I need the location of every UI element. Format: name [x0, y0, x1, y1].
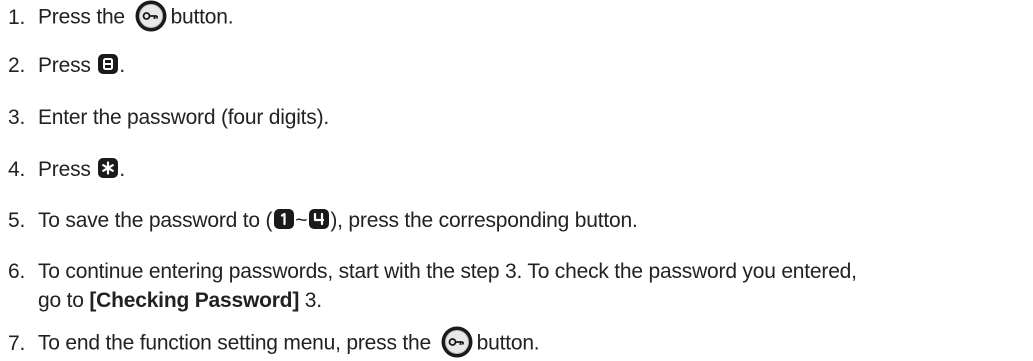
instruction-steps: 1. Press the button. 2. Press . 3. Enter th…	[0, 0, 1033, 361]
step-text: go to	[38, 289, 84, 312]
step-text: To end the function setting menu, press …	[38, 331, 431, 355]
step-number: 2.	[8, 54, 26, 77]
step-text: ), press the corresponding button.	[330, 209, 638, 232]
step-6-continuation: go to [Checking Password] 3.	[38, 287, 322, 315]
step-5: 5. To save the password to ( ~ ), press t…	[8, 207, 638, 235]
range-separator: ~	[295, 209, 308, 232]
step-text: button.	[476, 331, 540, 355]
step-text: Enter the password (four digits).	[38, 106, 330, 129]
step-2: 2. Press .	[8, 52, 125, 80]
step-number: 7.	[8, 331, 26, 355]
step-text: .	[119, 158, 125, 181]
step-number: 5.	[8, 209, 26, 232]
key-4-icon	[309, 209, 330, 230]
step-text: To continue entering passwords, start wi…	[38, 260, 857, 283]
key-star-icon	[98, 158, 119, 179]
function-key-icon	[441, 326, 473, 358]
step-1: 1. Press the button.	[8, 0, 234, 34]
step-text: 3.	[304, 289, 322, 312]
step-number: 1.	[8, 5, 26, 29]
step-text: button.	[170, 5, 234, 29]
key-1-icon	[274, 209, 295, 230]
step-text: To save the password to (	[38, 209, 273, 232]
step-3: 3. Enter the password (four digits).	[8, 104, 329, 132]
key-8-icon	[98, 54, 119, 75]
step-6: 6. To continue entering passwords, start …	[8, 258, 857, 286]
step-4: 4. Press .	[8, 156, 125, 184]
step-number: 4.	[8, 158, 26, 181]
section-reference: [Checking Password]	[89, 289, 300, 312]
step-number: 6.	[8, 260, 26, 283]
function-key-icon	[135, 0, 167, 32]
step-text: Press	[38, 54, 91, 77]
step-7: 7. To end the function setting menu, pres…	[8, 326, 540, 360]
step-text: Press	[38, 158, 91, 181]
step-text: Press the	[38, 5, 125, 29]
step-text: .	[119, 54, 125, 77]
step-number: 3.	[8, 106, 26, 129]
